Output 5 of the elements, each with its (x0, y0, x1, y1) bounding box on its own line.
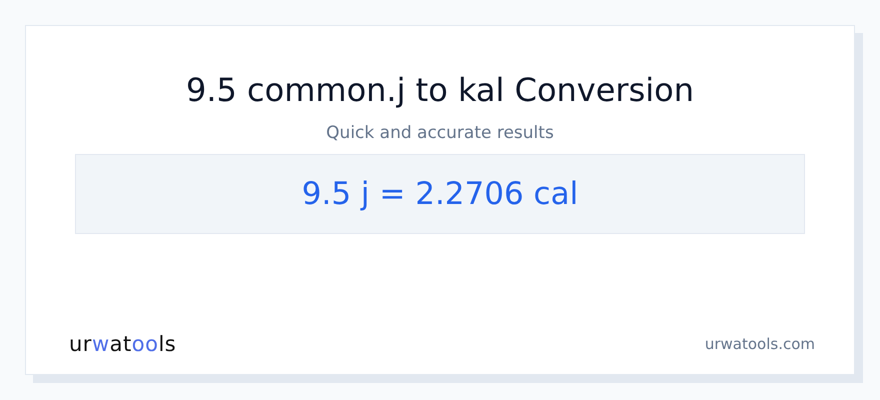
logo: urwatools (69, 332, 176, 356)
site-address: urwatools.com (704, 335, 815, 353)
result-panel: 9.5 j = 2.2706 cal (75, 154, 805, 234)
subtitle: Quick and accurate results (326, 122, 554, 145)
page-title: 9.5 common.j to kal Conversion (186, 70, 694, 110)
